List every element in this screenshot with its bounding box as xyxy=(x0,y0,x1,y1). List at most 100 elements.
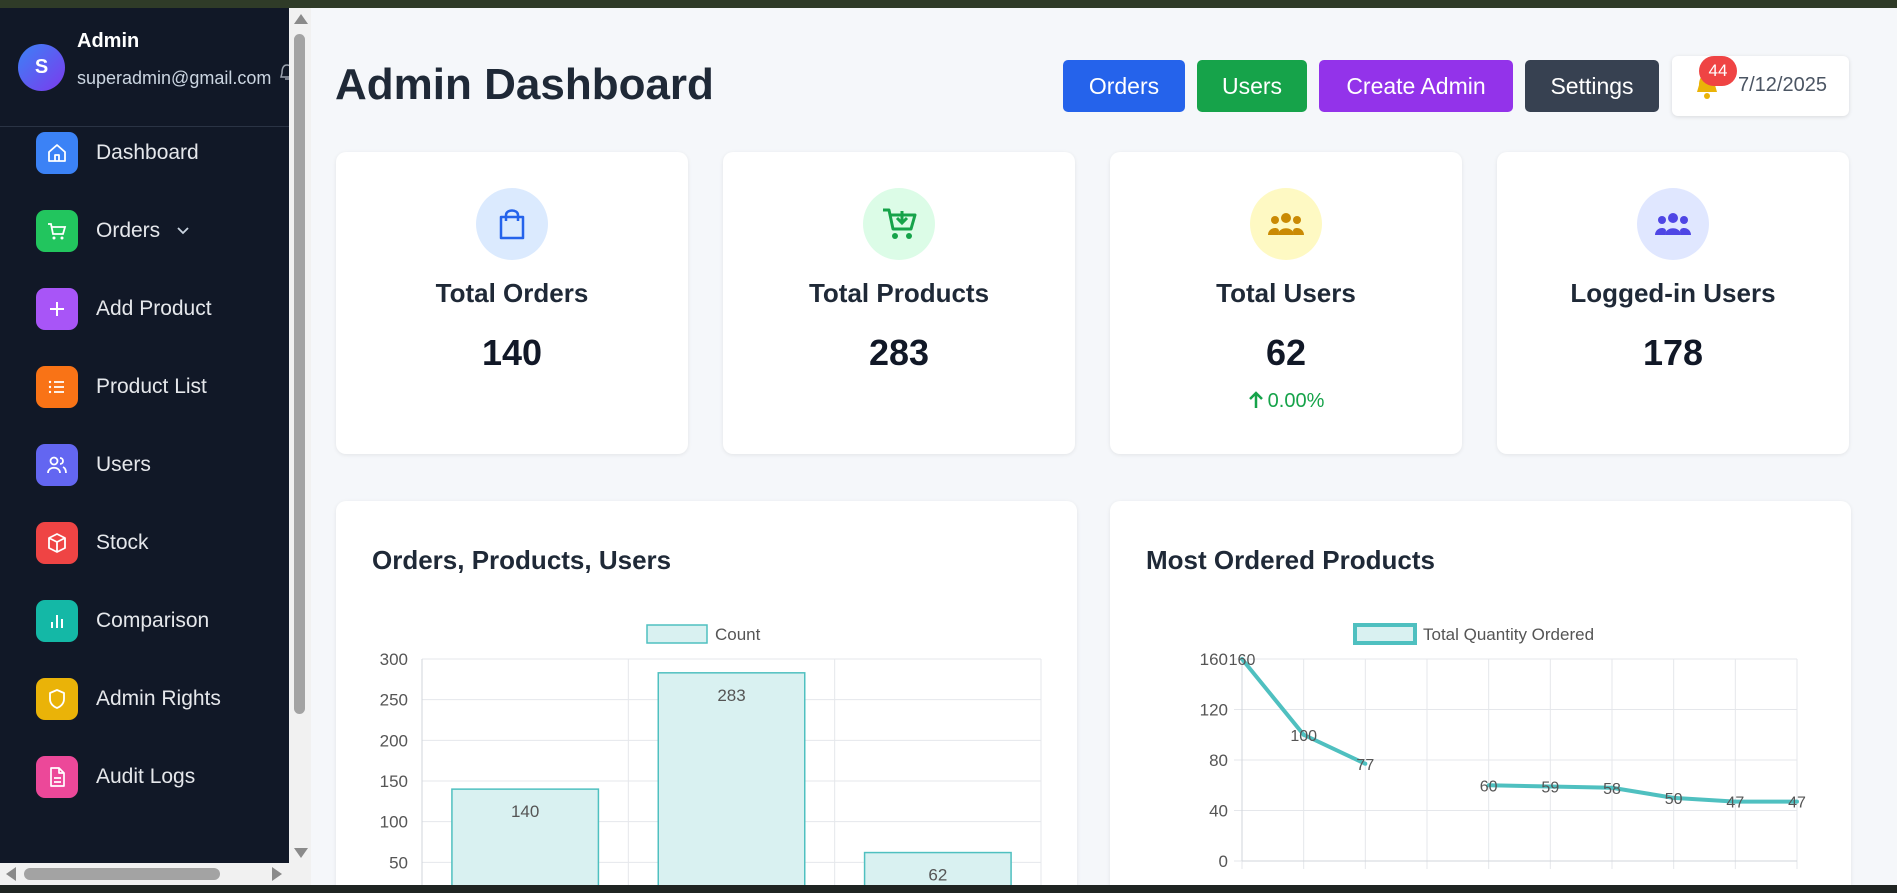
scrollbar-thumb[interactable] xyxy=(24,868,220,880)
orders-button[interactable]: Orders xyxy=(1063,60,1185,112)
stat-title: Logged-in Users xyxy=(1570,278,1776,308)
stat-title: Total Users xyxy=(1216,278,1356,308)
point-data-label: 77 xyxy=(1356,757,1374,774)
sidebar-item-admin-rights[interactable]: Admin Rights xyxy=(36,677,276,721)
y-tick-label: 200 xyxy=(380,731,408,750)
y-tick-label: 160 xyxy=(1200,650,1228,669)
box-icon xyxy=(36,522,78,564)
stat-card-total-orders: Total Orders 140 xyxy=(336,152,688,454)
main-content: Admin Dashboard Orders Users Create Admi… xyxy=(311,8,1897,885)
stat-value: 62 xyxy=(1265,332,1307,373)
notification-count-badge: 44 xyxy=(1699,56,1737,86)
legend-label: Count xyxy=(715,625,761,644)
sidebar-item-dashboard[interactable]: Dashboard xyxy=(36,131,276,175)
shield-icon xyxy=(36,678,78,720)
shopping-bag-icon xyxy=(476,188,548,260)
stat-card-total-products: Total Products 283 xyxy=(723,152,1075,454)
sidebar-item-label: Audit Logs xyxy=(96,765,196,788)
legend-swatch xyxy=(1353,623,1417,645)
point-data-label: 47 xyxy=(1726,795,1744,812)
window-top-strip xyxy=(0,0,1897,8)
legend-swatch xyxy=(646,624,708,644)
create-admin-button[interactable]: Create Admin xyxy=(1319,60,1513,112)
page-title: Admin Dashboard xyxy=(335,60,714,109)
line-chart-card: Most Ordered Products Total Quantity Ord… xyxy=(1110,501,1851,885)
point-data-label: 160 xyxy=(1229,652,1256,669)
profile-section: S Admin superadmin@gmail.com xyxy=(0,8,289,127)
list-icon xyxy=(36,366,78,408)
arrow-up-icon xyxy=(1248,391,1263,408)
bar-data-label: 140 xyxy=(511,802,539,821)
sidebar-vertical-scrollbar[interactable] xyxy=(289,8,311,863)
stat-trend: 0.00% xyxy=(1110,390,1462,413)
y-tick-label: 50 xyxy=(389,853,408,872)
point-data-label: 47 xyxy=(1788,795,1806,812)
y-tick-label: 150 xyxy=(380,772,408,791)
stat-trend-value: 0.00% xyxy=(1267,390,1325,412)
chevron-down-icon[interactable] xyxy=(176,226,190,236)
sidebar-item-orders[interactable]: Orders xyxy=(36,209,276,253)
bell-icon[interactable] xyxy=(280,64,289,82)
notification-date-box: 44 7/12/2025 xyxy=(1672,56,1849,116)
window-bottom-strip xyxy=(0,885,1897,893)
sidebar-horizontal-scrollbar[interactable] xyxy=(0,863,289,885)
current-date: 7/12/2025 xyxy=(1738,74,1827,96)
stat-value: 283 xyxy=(868,332,930,373)
y-tick-label: 40 xyxy=(1209,802,1228,821)
scrollbar-corner xyxy=(289,863,311,885)
sidebar-item-label: Add Product xyxy=(96,297,212,320)
bar-chart-icon xyxy=(36,600,78,642)
stat-card-total-users: Total Users 62 0.00% xyxy=(1110,152,1462,454)
series-line xyxy=(1240,657,1797,804)
home-icon xyxy=(36,132,78,174)
legend-label: Total Quantity Ordered xyxy=(1423,625,1594,644)
scroll-left-arrow-icon[interactable] xyxy=(6,867,16,881)
sidebar: S Admin superadmin@gmail.com Dashboard Or… xyxy=(0,8,289,863)
y-tick-label: 100 xyxy=(380,813,408,832)
sidebar-item-comparison[interactable]: Comparison xyxy=(36,599,276,643)
avatar[interactable]: S xyxy=(18,44,65,91)
y-tick-label: 300 xyxy=(380,650,408,669)
users-group-icon xyxy=(1637,188,1709,260)
point-data-label: 100 xyxy=(1290,728,1317,745)
sidebar-item-users[interactable]: Users xyxy=(36,443,276,487)
scroll-up-arrow-icon[interactable] xyxy=(294,14,308,24)
point-data-label: 60 xyxy=(1480,778,1498,795)
bar-chart: Count 50 100 150 200 250 300 140 283 62 xyxy=(380,624,1042,885)
sidebar-item-product-list[interactable]: Product List xyxy=(36,365,276,409)
y-tick-label: 120 xyxy=(1200,701,1228,720)
sidebar-item-label: Stock xyxy=(96,531,149,554)
sidebar-item-label: Admin Rights xyxy=(96,687,221,710)
point-data-label: 58 xyxy=(1603,781,1621,798)
y-tick-label: 250 xyxy=(380,691,408,710)
users-button[interactable]: Users xyxy=(1197,60,1307,112)
y-tick-label: 0 xyxy=(1219,852,1228,871)
sidebar-item-audit-logs[interactable]: Audit Logs xyxy=(36,755,276,799)
settings-button[interactable]: Settings xyxy=(1525,60,1659,112)
scroll-down-arrow-icon[interactable] xyxy=(294,848,308,858)
users-group-icon xyxy=(1250,188,1322,260)
cart-download-icon xyxy=(863,188,935,260)
scrollbar-thumb[interactable] xyxy=(294,34,305,714)
line-chart: Total Quantity Ordered 0 40 80 120 160 160 100 7… xyxy=(1200,623,1806,871)
sidebar-item-label: Users xyxy=(96,453,151,476)
users-icon xyxy=(36,444,78,486)
stat-card-logged-in-users: Logged-in Users 178 xyxy=(1497,152,1849,454)
sidebar-item-label: Dashboard xyxy=(96,141,199,164)
sidebar-item-label: Product List xyxy=(96,375,207,398)
sidebar-item-label: Comparison xyxy=(96,609,210,632)
stat-value: 140 xyxy=(481,332,543,373)
scroll-right-arrow-icon[interactable] xyxy=(272,867,282,881)
stat-title: Total Products xyxy=(808,278,990,308)
sidebar-item-stock[interactable]: Stock xyxy=(36,521,276,565)
bar-data-label: 283 xyxy=(717,686,745,705)
point-data-label: 50 xyxy=(1665,791,1683,808)
stat-value: 178 xyxy=(1642,332,1704,373)
sidebar-item-add-product[interactable]: Add Product xyxy=(36,287,276,331)
sidebar-item-label: Orders xyxy=(96,219,161,242)
cart-icon xyxy=(36,210,78,252)
profile-name: Admin xyxy=(77,30,140,52)
bar-chart-card: Orders, Products, Users Count 50 100 150 200… xyxy=(336,501,1077,885)
point-data-label: 59 xyxy=(1541,780,1559,797)
stat-title: Total Orders xyxy=(435,278,589,308)
